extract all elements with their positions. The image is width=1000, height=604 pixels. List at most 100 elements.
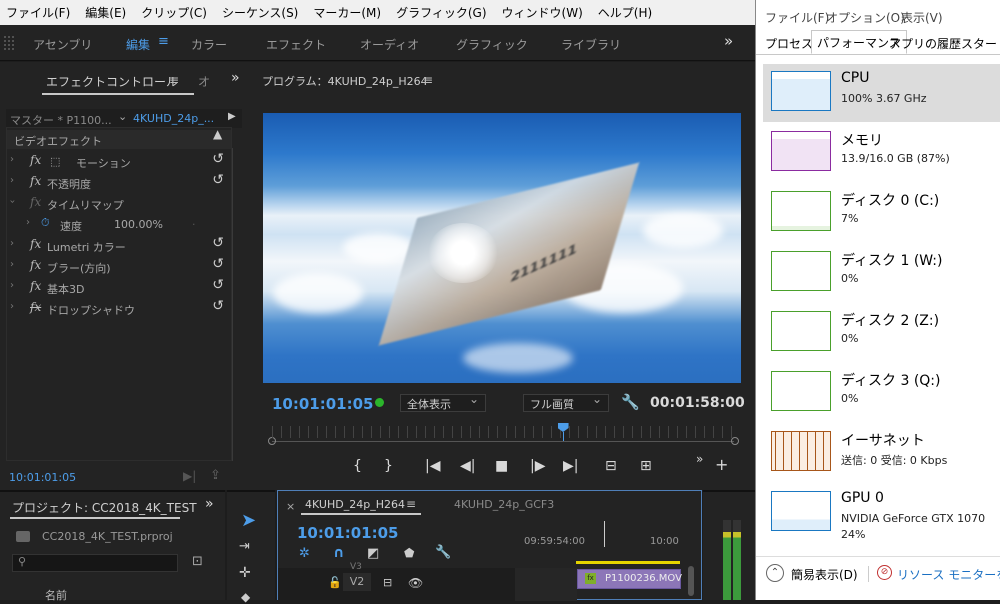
effect-controls-timecode[interactable]: 10:01:01:05 <box>9 471 76 484</box>
marker-icon[interactable]: ⬟ <box>404 546 414 560</box>
lock-icon[interactable]: 🔓 <box>328 576 342 589</box>
program-monitor-title[interactable]: プログラム：4KUHD_24p_H264 <box>262 73 428 89</box>
timeline-clip[interactable]: fx P1100236.MOV <box>577 569 682 589</box>
tab-sequence-active[interactable]: 4KUHD_24p_H264 <box>305 498 405 511</box>
close-icon[interactable]: × <box>286 500 295 513</box>
go-to-out-icon[interactable]: ▶| <box>563 458 578 474</box>
menu-marker[interactable]: マーカー(M) <box>313 4 381 21</box>
play-triangle-icon[interactable]: ▶ <box>228 111 236 122</box>
search-icon: ⚲ <box>18 555 27 568</box>
mark-in-icon[interactable]: { <box>353 458 362 474</box>
menu-help[interactable]: ヘルプ(H) <box>598 4 652 21</box>
ripple-edit-tool-icon[interactable]: ✛ <box>239 565 251 581</box>
wrench-icon[interactable]: 🔧 <box>435 545 451 560</box>
step-back-icon[interactable]: ◀| <box>460 458 475 474</box>
tab-next[interactable]: オ <box>198 73 210 90</box>
perf-sub: 7% <box>841 212 859 225</box>
drag-grip-icon[interactable] <box>3 35 15 51</box>
workspace-libraries[interactable]: ライブラリ <box>561 36 621 53</box>
project-search-input[interactable]: ⚲ <box>12 554 178 572</box>
menu-edit[interactable]: 編集(E) <box>85 4 126 21</box>
tab-sequence-other[interactable]: 4KUHD_24p_GCF3 <box>454 498 554 511</box>
perf-title: イーサネット <box>841 433 925 449</box>
menu-graphics[interactable]: グラフィック(G) <box>396 4 486 21</box>
tm-menu-file[interactable]: ファイル(F) <box>765 9 829 26</box>
scrub-bar[interactable] <box>272 441 734 442</box>
mark-out-icon[interactable]: } <box>384 458 393 474</box>
program-timecode[interactable]: 10:01:01:05 <box>272 395 374 413</box>
timeline-playhead-line[interactable] <box>604 521 605 547</box>
menu-file[interactable]: ファイル(F) <box>6 4 70 21</box>
scrollbar-track[interactable] <box>232 148 233 461</box>
sequence-clip-label[interactable]: 4KUHD_24p_... <box>133 112 214 125</box>
column-name-header[interactable]: 名前 <box>45 587 67 603</box>
menu-sequence[interactable]: シーケンス(S) <box>222 4 298 21</box>
project-title[interactable]: プロジェクト: CC2018_4K_TEST <box>12 499 197 516</box>
snap-icon[interactable]: ✲ <box>299 546 310 561</box>
work-area-bar[interactable] <box>576 561 680 564</box>
workspace-color[interactable]: カラー <box>191 36 227 53</box>
perf-row-memory[interactable]: メモリ 13.9/16.0 GB (87%) <box>763 124 1000 182</box>
tm-tab-startup[interactable]: スタートア <box>956 32 1000 54</box>
tm-menu-options[interactable]: オプション(O) <box>826 9 905 26</box>
tm-tab-processes[interactable]: プロセス <box>760 32 818 54</box>
track-empty-area[interactable] <box>515 568 577 601</box>
perf-row-disk2[interactable]: ディスク 2 (Z:) 0% <box>763 304 1000 362</box>
extract-icon[interactable]: ⊞ <box>640 458 652 474</box>
perf-row-disk1[interactable]: ディスク 1 (W:) 0% <box>763 244 1000 302</box>
tm-menu-view[interactable]: 表示(V) <box>901 9 943 26</box>
perf-row-disk0[interactable]: ディスク 0 (C:) 7% <box>763 184 1000 242</box>
perf-row-cpu[interactable]: CPU 100% 3.67 GHz <box>763 64 1000 122</box>
chevron-down-icon[interactable]: ⌄ <box>118 110 127 123</box>
perf-row-gpu[interactable]: GPU 0 NVIDIA GeForce GTX 1070 24% <box>763 484 1000 542</box>
workspace-more-icon[interactable]: » <box>724 32 733 50</box>
panel-menu-icon[interactable]: ≡ <box>423 73 433 87</box>
selection-tool-icon[interactable]: ➤ <box>241 510 256 531</box>
panel-overflow-icon[interactable]: » <box>205 496 214 512</box>
workspace-audio[interactable]: オーディオ <box>360 36 419 53</box>
panel-overflow-icon[interactable]: » <box>231 70 240 86</box>
eye-icon[interactable]: 👁 <box>408 576 423 590</box>
in-point-handle[interactable] <box>268 437 276 445</box>
panel-menu-icon[interactable]: ≡ <box>406 497 416 511</box>
fewer-details-button[interactable]: 簡易表示(D) <box>791 566 858 583</box>
program-video-frame[interactable]: 2111111 <box>263 113 741 383</box>
panel-menu-icon[interactable]: ≡ <box>169 73 179 87</box>
fewer-details-icon[interactable]: ⌃ <box>766 564 784 582</box>
out-point-handle[interactable] <box>731 437 739 445</box>
perf-row-ethernet[interactable]: イーサネット 送信: 0 受信: 0 Kbps <box>763 424 1000 482</box>
workspace-menu-icon[interactable]: ≡ <box>158 34 169 49</box>
razor-tool-icon[interactable]: ◆ <box>241 590 250 604</box>
workspace-graphics[interactable]: グラフィック <box>456 36 528 53</box>
toggle-sync-icon[interactable]: ⊟ <box>383 576 392 589</box>
timeline-timecode[interactable]: 10:01:01:05 <box>297 524 399 542</box>
quality-dropdown[interactable]: フル画質 <box>523 392 609 412</box>
linked-selection-icon[interactable]: ∩ <box>333 545 344 561</box>
menu-clip[interactable]: クリップ(C) <box>141 4 207 21</box>
add-button-icon[interactable]: + <box>715 455 728 474</box>
open-resource-monitor-link[interactable]: リソース モニターを開く <box>897 566 1000 583</box>
sun-glare <box>428 223 498 283</box>
track-target-v2[interactable]: V2 <box>343 573 371 591</box>
track-select-tool-icon[interactable]: ⇥ <box>239 539 250 554</box>
stop-icon[interactable]: ■ <box>495 458 508 474</box>
new-bin-icon[interactable]: ⊡ <box>192 554 203 569</box>
menu-window[interactable]: ウィンドウ(W) <box>502 4 583 21</box>
tm-tab-app-history[interactable]: アプリの履歴 <box>884 32 966 54</box>
step-forward-icon[interactable]: |▶ <box>530 458 545 474</box>
workspace-effects[interactable]: エフェクト <box>266 36 326 53</box>
zoom-dropdown[interactable]: 全体表示 <box>400 392 486 412</box>
go-to-in-icon[interactable]: |◀ <box>425 458 440 474</box>
scrub-ticks <box>272 426 734 438</box>
workspace-assembly[interactable]: アセンブリ <box>33 36 92 53</box>
more-controls-icon[interactable]: » <box>696 452 703 466</box>
timeline-scrollbar[interactable] <box>688 566 694 596</box>
add-marker-dropdown-icon[interactable]: ◩ <box>367 546 379 561</box>
play-audio-icon[interactable]: ▶| <box>183 469 196 483</box>
lift-icon[interactable]: ⊟ <box>605 458 617 474</box>
perf-row-disk3[interactable]: ディスク 3 (Q:) 0% <box>763 364 1000 422</box>
workspace-editing[interactable]: 編集 <box>126 36 150 53</box>
tab-effect-controls[interactable]: エフェクトコントロール <box>46 73 178 90</box>
wrench-icon[interactable]: 🔧 <box>621 393 640 411</box>
export-frame-icon[interactable]: ⇪ <box>210 468 221 483</box>
